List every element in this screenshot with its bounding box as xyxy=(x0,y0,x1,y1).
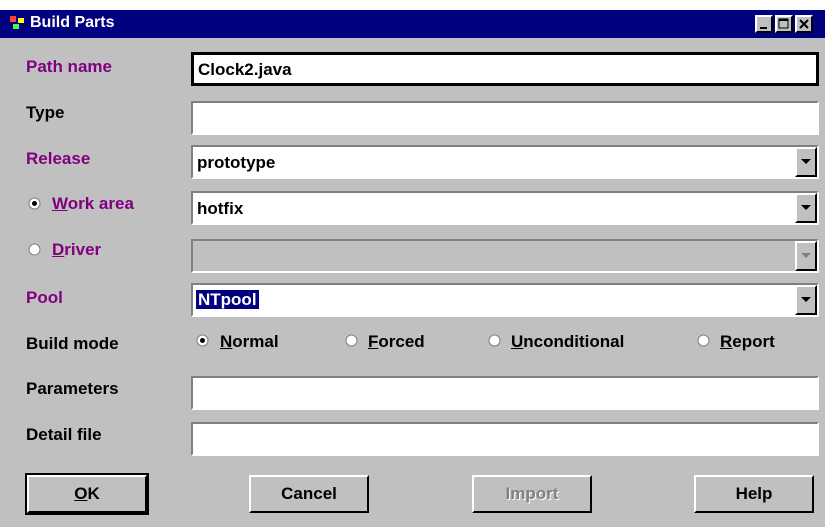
build-mode-normal-radio[interactable] xyxy=(196,334,209,347)
detail-file-field[interactable] xyxy=(191,422,819,456)
minimize-button[interactable] xyxy=(755,15,773,33)
import-button[interactable]: Import xyxy=(472,475,592,513)
work-area-dropdown-button[interactable] xyxy=(795,193,817,223)
build-mode-unconditional-label: Unconditional xyxy=(511,332,624,352)
normal-mnemonic: N xyxy=(220,332,233,351)
path-name-value: Clock2.java xyxy=(198,60,292,79)
help-button[interactable]: Help xyxy=(694,475,814,513)
build-mode-normal-label: Normal xyxy=(220,332,279,352)
pool-value-selected: NTpool xyxy=(196,290,259,309)
chevron-down-icon xyxy=(801,159,811,164)
unconditional-mnemonic: U xyxy=(511,332,524,351)
type-field[interactable] xyxy=(191,101,819,135)
detail-file-label: Detail file xyxy=(26,425,102,444)
driver-label: Driver xyxy=(52,240,101,260)
ok-label-rest: K xyxy=(87,484,100,503)
ok-mnemonic: O xyxy=(74,484,88,503)
app-icon xyxy=(10,16,24,29)
pool-dropdown-button[interactable] xyxy=(795,285,817,315)
pool-select[interactable]: NTpool xyxy=(191,283,819,317)
chevron-down-icon xyxy=(801,205,811,210)
path-name-label: Path name xyxy=(26,57,112,76)
driver-select[interactable] xyxy=(191,239,819,273)
report-mnemonic: R xyxy=(720,332,733,351)
path-name-field[interactable]: Clock2.java xyxy=(191,52,819,86)
work-area-label: Work area xyxy=(52,194,134,214)
work-area-mnemonic: W xyxy=(52,194,68,213)
build-mode-forced-radio[interactable] xyxy=(345,334,358,347)
driver-dropdown-button[interactable] xyxy=(795,241,817,271)
build-mode-forced-label: Forced xyxy=(368,332,425,352)
build-mode-label: Build mode xyxy=(26,334,119,353)
close-button[interactable] xyxy=(795,15,813,33)
release-dropdown-button[interactable] xyxy=(795,147,817,177)
build-mode-report-radio[interactable] xyxy=(697,334,710,347)
driver-mnemonic: D xyxy=(52,240,65,259)
normal-label-text: ormal xyxy=(232,332,279,351)
maximize-icon xyxy=(778,18,789,29)
forced-mnemonic: F xyxy=(368,332,379,351)
report-label-text: eport xyxy=(732,332,775,351)
pool-label: Pool xyxy=(26,288,63,307)
chevron-down-icon xyxy=(801,253,811,258)
build-mode-unconditional-radio[interactable] xyxy=(488,334,501,347)
release-value: prototype xyxy=(197,153,276,172)
close-icon xyxy=(799,19,809,29)
unconditional-label-text: nconditional xyxy=(523,332,625,351)
title-bar: Build Parts xyxy=(0,10,825,38)
window-title: Build Parts xyxy=(30,14,115,31)
release-select[interactable]: prototype xyxy=(191,145,819,179)
forced-label-text: orced xyxy=(378,332,425,351)
maximize-button[interactable] xyxy=(775,15,793,33)
chevron-down-icon xyxy=(801,297,811,302)
minimize-icon xyxy=(760,27,767,29)
driver-radio[interactable] xyxy=(28,243,41,256)
cancel-button[interactable]: Cancel xyxy=(249,475,369,513)
build-mode-report-label: Report xyxy=(720,332,775,352)
parameters-label: Parameters xyxy=(26,379,119,398)
work-area-select[interactable]: hotfix xyxy=(191,191,819,225)
parameters-field[interactable] xyxy=(191,376,819,410)
pool-value: NTpool xyxy=(196,290,259,310)
work-area-label-text: ork area xyxy=(67,194,134,213)
driver-label-text: river xyxy=(64,240,102,259)
release-label: Release xyxy=(26,149,91,168)
type-label: Type xyxy=(26,103,65,122)
work-area-radio[interactable] xyxy=(28,197,41,210)
ok-button[interactable]: OK xyxy=(25,473,149,515)
work-area-value: hotfix xyxy=(197,199,244,218)
